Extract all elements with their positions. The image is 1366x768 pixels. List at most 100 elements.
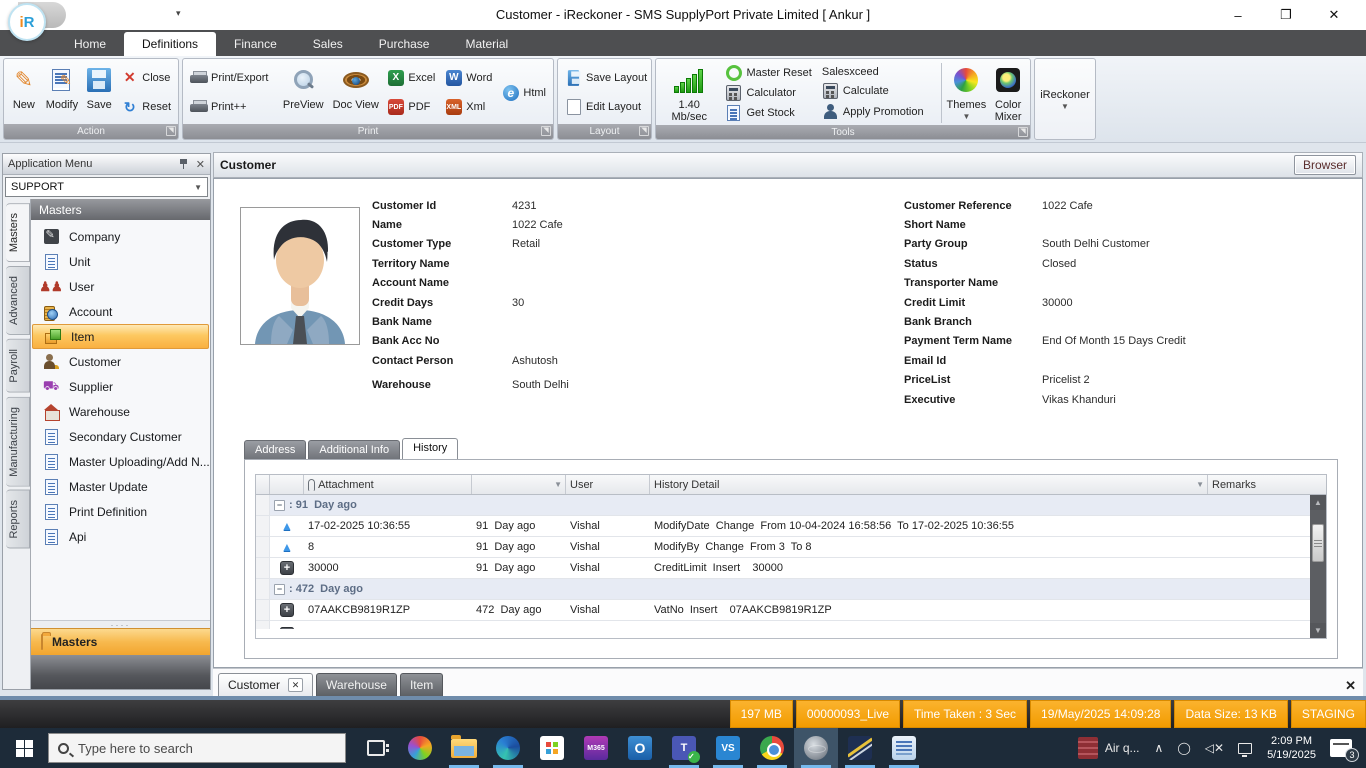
ribbon-tab-purchase[interactable]: Purchase [361, 32, 448, 56]
ribbon-tab-finance[interactable]: Finance [216, 32, 295, 56]
themes-button[interactable]: Themes ▼ [945, 61, 989, 125]
print-export-button[interactable]: Print/Export [187, 68, 275, 88]
table-row[interactable]: +07AAKCB9819R1ZP472 Day agoVishalVatNo I… [256, 600, 1310, 621]
taskbar-app-ssms[interactable] [838, 728, 882, 768]
meet-now-icon[interactable]: ◯ [1170, 741, 1197, 755]
table-row[interactable]: ▲891 Day agoVishalModifyBy Change From 3… [256, 537, 1310, 558]
salesxceed-button[interactable]: Salesxceed [819, 64, 936, 80]
column-header-blank-1[interactable] [270, 475, 304, 494]
table-row[interactable]: ▲17-02-2025 10:36:5591 Day agoVishalModi… [256, 516, 1310, 537]
preview-button[interactable]: PreView [277, 61, 329, 124]
sidebar-item-account[interactable]: Account [31, 299, 210, 324]
apply-promotion-button[interactable]: Apply Promotion [819, 102, 936, 122]
vertical-tab-reports[interactable]: Reports [6, 490, 30, 549]
vertical-tab-advanced[interactable]: Advanced [6, 266, 30, 335]
document-tab-warehouse[interactable]: Warehouse [316, 673, 397, 696]
taskbar-app-ireckoner-app[interactable] [794, 728, 838, 768]
minimize-button[interactable]: – [1214, 0, 1262, 30]
group-row[interactable]: −: 472 Day ago [256, 579, 1310, 600]
column-header-user[interactable]: User [566, 475, 650, 494]
sidebar-item-customer[interactable]: Customer [31, 349, 210, 374]
pin-icon[interactable] [179, 158, 189, 170]
vertical-tab-masters[interactable]: Masters [6, 203, 30, 262]
doc-view-button[interactable]: Doc View [329, 61, 382, 124]
sidebar-item-secondary-customer[interactable]: Secondary Customer [31, 424, 210, 449]
tab-additional-info[interactable]: Additional Info [308, 440, 400, 459]
save-layout-button[interactable]: Save Layout [562, 68, 647, 88]
sidebar-item-print-definition[interactable]: Print Definition [31, 499, 210, 524]
sidebar-item-api[interactable]: Api [31, 524, 210, 549]
taskbar-app-teams[interactable]: T [662, 728, 706, 768]
dialog-launcher-icon[interactable]: ◥ [166, 126, 176, 136]
sidebar-splitter[interactable]: ···· [31, 620, 210, 628]
volume-muted-icon[interactable]: ◁✕ [1198, 741, 1231, 755]
reset-button[interactable]: ↻ Reset [118, 97, 174, 117]
calculate-button[interactable]: Calculate [819, 81, 936, 101]
taskbar-search-input[interactable]: Type here to search [48, 733, 346, 763]
scroll-up-icon[interactable]: ▲ [1310, 495, 1326, 510]
action-center-icon[interactable]: 3 [1330, 739, 1352, 757]
taskbar-app-store[interactable] [530, 728, 574, 768]
ribbon-tab-home[interactable]: Home [56, 32, 124, 56]
taskbar-clock[interactable]: 2:09 PM 5/19/2025 [1259, 734, 1324, 762]
column-header-blank-0[interactable] [256, 475, 270, 494]
print-plus-button[interactable]: Print++ [187, 97, 275, 117]
table-row[interactable]: +3000091 Day agoVishalCreditLimit Insert… [256, 558, 1310, 579]
xml-button[interactable]: XML Xml [442, 97, 495, 117]
document-tab-customer[interactable]: Customer✕ [218, 673, 313, 696]
taskbar-app-vscode[interactable]: VS [706, 728, 750, 768]
vertical-tab-manufacturing[interactable]: Manufacturing [6, 397, 30, 487]
calculator-button[interactable]: Calculator [722, 83, 814, 103]
taskbar-app-task-view[interactable] [354, 728, 398, 768]
sidebar-item-warehouse[interactable]: Warehouse [31, 399, 210, 424]
taskbar-app-m365[interactable]: M365 [574, 728, 618, 768]
new-button[interactable]: ✎ New [6, 61, 42, 124]
ribbon-tab-material[interactable]: Material [447, 32, 526, 56]
sidebar-item-user[interactable]: ♟♟User [31, 274, 210, 299]
dialog-launcher-icon[interactable]: ◥ [639, 126, 649, 136]
pdf-button[interactable]: PDF PDF [384, 97, 438, 117]
weather-widget[interactable]: Air q... [1070, 728, 1148, 768]
tab-close-icon[interactable]: ✕ [288, 678, 303, 692]
sidebar-item-master-update[interactable]: Master Update [31, 474, 210, 499]
support-dropdown[interactable]: SUPPORT ▼ [5, 177, 208, 197]
vertical-tab-payroll[interactable]: Payroll [6, 339, 30, 393]
tab-history[interactable]: History [402, 438, 458, 459]
close-form-button[interactable]: ✕ Close [118, 68, 174, 88]
collapse-icon[interactable]: − [274, 584, 285, 595]
close-button[interactable]: ✕ [1310, 0, 1358, 30]
start-button[interactable] [0, 728, 48, 768]
sidebar-item-item[interactable]: Item [32, 324, 209, 349]
column-header-blank-3[interactable]: ▼ [472, 475, 566, 494]
scrollbar-thumb[interactable] [1312, 524, 1324, 562]
modify-button[interactable]: ✎ Modify [42, 61, 82, 124]
edit-layout-button[interactable]: Edit Layout [562, 97, 647, 117]
sidebar-item-supplier[interactable]: ⛟Supplier [31, 374, 210, 399]
ireckoner-menu-button[interactable]: iReckoner ▼ [1035, 59, 1095, 139]
word-button[interactable]: W Word [442, 68, 495, 88]
group-row[interactable]: −: 91 Day ago [256, 495, 1310, 516]
taskbar-app-chrome[interactable] [750, 728, 794, 768]
html-button[interactable]: e Html [499, 83, 549, 103]
sidebar-item-master-uploading-add-n-[interactable]: Master Uploading/Add N... [31, 449, 210, 474]
sidebar-item-unit[interactable]: Unit [31, 249, 210, 274]
document-tab-item[interactable]: Item [400, 673, 443, 696]
ribbon-tab-definitions[interactable]: Definitions [124, 32, 216, 56]
panel-close-icon[interactable]: ✕ [196, 158, 205, 171]
column-header-history-detail[interactable]: History Detail▼ [650, 475, 1208, 494]
color-mixer-button[interactable]: Color Mixer [988, 61, 1028, 125]
column-header-remarks[interactable]: Remarks [1208, 475, 1326, 494]
app-logo-icon[interactable]: iR [8, 3, 46, 41]
dialog-launcher-icon[interactable]: ◥ [541, 126, 551, 136]
column-header-attachment[interactable]: Attachment [304, 475, 472, 494]
vertical-scrollbar[interactable]: ▲ ▼ [1310, 495, 1326, 638]
sidebar-masters-button[interactable]: Masters [31, 628, 210, 655]
taskbar-app-edge[interactable] [486, 728, 530, 768]
browser-button[interactable]: Browser [1294, 155, 1356, 175]
ribbon-tab-sales[interactable]: Sales [295, 32, 361, 56]
save-button[interactable]: Save [82, 61, 116, 124]
filter-icon[interactable]: ▼ [554, 480, 562, 489]
taskbar-app-office-hub[interactable] [398, 728, 442, 768]
get-stock-button[interactable]: Get Stock [722, 103, 814, 123]
taskbar-app-file-explorer[interactable] [442, 728, 486, 768]
